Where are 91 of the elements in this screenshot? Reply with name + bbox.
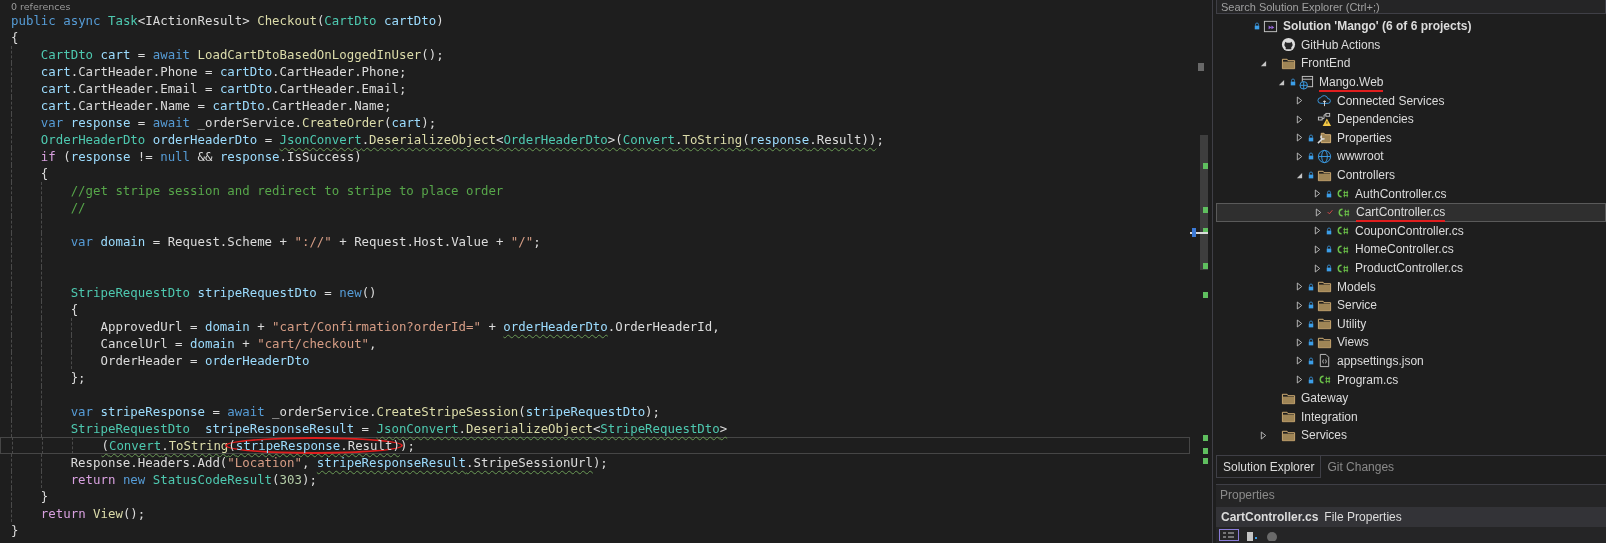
solution-icon <box>1263 18 1278 34</box>
code-line: var stripeResponse = await _orderService.CreateStripeSession(stripeRequestDto); <box>70 403 661 420</box>
code-line: } <box>11 522 19 539</box>
properties-title: Properties <box>1219 487 1276 504</box>
code-line: //get stripe session and redirect to stripe to place order <box>70 182 504 199</box>
folder-icon <box>1317 316 1332 332</box>
tree-item-label[interactable]: FrontEnd <box>1301 56 1351 71</box>
collapsed-arrow-icon[interactable] <box>1314 244 1321 254</box>
code-line: { <box>40 165 49 182</box>
tree-item-label[interactable]: wwwroot <box>1337 149 1384 164</box>
references-codelens[interactable]: 0 references <box>11 1 71 12</box>
code-line: OrderHeader = orderHeaderDto <box>100 352 310 369</box>
properties-object-bar[interactable]: CartController.cs File Properties <box>1216 507 1606 527</box>
code-line: return new StatusCodeResult(303); <box>70 471 317 488</box>
collapsed-arrow-icon[interactable] <box>1260 430 1267 440</box>
collapsed-arrow-icon[interactable] <box>1296 133 1303 143</box>
folder-icon <box>1317 279 1332 295</box>
code-line: { <box>11 29 19 46</box>
tree-item-label[interactable]: Mango.Web <box>1319 75 1384 93</box>
expanded-arrow-icon[interactable] <box>1260 59 1267 68</box>
code-line: public async Task<IActionResult> Checkout(CartDto cartDto) <box>11 12 444 29</box>
code-line: { <box>70 301 79 318</box>
folder-icon <box>1281 56 1296 71</box>
collapsed-arrow-icon[interactable] <box>1315 207 1322 217</box>
dependencies-icon <box>1317 111 1332 127</box>
code-line: cart.CartHeader.Name = cartDto.CartHeader.Name; <box>40 97 392 114</box>
collapsed-arrow-icon[interactable] <box>1296 300 1303 310</box>
selected-tree-item[interactable]: CartController.cs <box>1216 202 1606 222</box>
tree-item-label[interactable]: Services <box>1301 428 1347 443</box>
cloud-icon <box>1317 93 1332 109</box>
search-field[interactable]: Search Solution Explorer (Ctrl+;) <box>1216 0 1606 14</box>
code-line: return View(); <box>40 505 146 522</box>
code-line: } <box>40 488 49 505</box>
alphabetical-icon[interactable] <box>1245 529 1259 541</box>
github-icon <box>1281 37 1296 53</box>
tree-item-label[interactable]: Connected Services <box>1337 93 1445 108</box>
code-line: var response = await _orderService.CreateOrder(cart); <box>40 114 437 131</box>
object-type: File Properties <box>1324 510 1402 524</box>
collapsed-arrow-icon[interactable] <box>1314 263 1321 273</box>
tree-item-label[interactable]: Dependencies <box>1337 112 1414 127</box>
code-line: }; <box>70 369 86 386</box>
tree-item-label[interactable]: Service <box>1337 298 1377 313</box>
panel-tab[interactable]: Git Changes <box>1321 456 1401 478</box>
wrench-folder-icon <box>1317 130 1332 146</box>
tree-item-label[interactable]: GitHub Actions <box>1301 37 1381 52</box>
code-line: var domain = Request.Scheme + "://" + Request.Host.Value + "/"; <box>70 233 541 250</box>
tree-item-label[interactable]: Solution 'Mango' (6 of 6 projects) <box>1283 19 1472 34</box>
tree-item-label[interactable]: Utility <box>1337 316 1367 331</box>
tree-item-label[interactable]: appsettings.json <box>1337 354 1424 368</box>
collapsed-arrow-icon[interactable] <box>1296 151 1303 161</box>
code-line: ApprovedUrl = domain + "cart/Confirmation?orderId=" + orderHeaderDto.OrderHeaderId, <box>100 318 720 335</box>
code-line: CancelUrl = domain + "cart/checkout", <box>100 335 377 352</box>
code-line: (Convert.ToString(stripeResponse.Result)); <box>101 437 415 454</box>
globe-icon <box>1317 148 1332 164</box>
collapsed-arrow-icon[interactable] <box>1314 189 1321 199</box>
tree-item-label[interactable]: Controllers <box>1337 168 1396 183</box>
code-line: cart.CartHeader.Phone = cartDto.CartHeader.Phone; <box>40 63 407 80</box>
collapsed-arrow-icon[interactable] <box>1296 356 1303 366</box>
code-line: Response.Headers.Add("Location", stripeResponseResult.StripeSessionUrl); <box>70 454 608 471</box>
folder-icon <box>1281 409 1296 425</box>
tree-item-label[interactable]: Gateway <box>1301 391 1349 406</box>
web-project-icon <box>1299 74 1314 90</box>
tree-item-label[interactable]: CouponController.cs <box>1355 223 1464 238</box>
tree-item-label[interactable]: AuthController.cs <box>1355 186 1447 201</box>
object-name: CartController.cs <box>1221 510 1319 524</box>
tree-item-label[interactable]: CartController.cs <box>1356 205 1446 223</box>
code-line: CartDto cart = await LoadCartDtoBasedOnLoggedInUser(); <box>40 46 444 63</box>
tree-item-label[interactable]: Program.cs <box>1337 372 1399 387</box>
tree-item-label[interactable]: HomeController.cs <box>1355 242 1454 257</box>
code-line: cart.CartHeader.Email = cartDto.CartHeader.Email; <box>40 80 407 97</box>
tree-item-label[interactable]: Models <box>1337 279 1376 294</box>
panel-tab[interactable]: Solution Explorer <box>1216 456 1322 478</box>
collapsed-arrow-icon[interactable] <box>1314 226 1321 236</box>
collapsed-arrow-icon[interactable] <box>1296 114 1303 124</box>
tree-item-label[interactable]: ProductController.cs <box>1355 261 1464 275</box>
collapsed-arrow-icon[interactable] <box>1296 319 1303 329</box>
code-line: // <box>70 199 86 216</box>
collapsed-arrow-icon[interactable] <box>1296 337 1303 347</box>
code-line: StripeRequestDto stripeResponseResult = JsonConvert.DeserializeObject<StripeRequestDto> <box>70 420 728 437</box>
code-line: StripeRequestDto stripeRequestDto = new() <box>70 284 377 301</box>
categorized-icon[interactable] <box>1219 529 1239 541</box>
code-line: OrderHeaderDto orderHeaderDto = JsonConvert.DeserializeObject<OrderHeaderDto>(Convert.ToString(response.Result)); <box>40 131 884 148</box>
collapsed-arrow-icon[interactable] <box>1296 96 1303 106</box>
collapsed-arrow-icon[interactable] <box>1296 375 1303 385</box>
json-file-icon <box>1317 353 1332 369</box>
tree-item-label[interactable]: Properties <box>1337 130 1392 145</box>
tree-item-label[interactable]: Integration <box>1301 409 1358 424</box>
collapsed-arrow-icon[interactable] <box>1296 282 1303 292</box>
code-line: if (response != null && response.IsSuccess) <box>40 148 362 165</box>
property-pages-icon[interactable] <box>1265 529 1279 541</box>
tree-item-label[interactable]: Views <box>1337 335 1369 350</box>
